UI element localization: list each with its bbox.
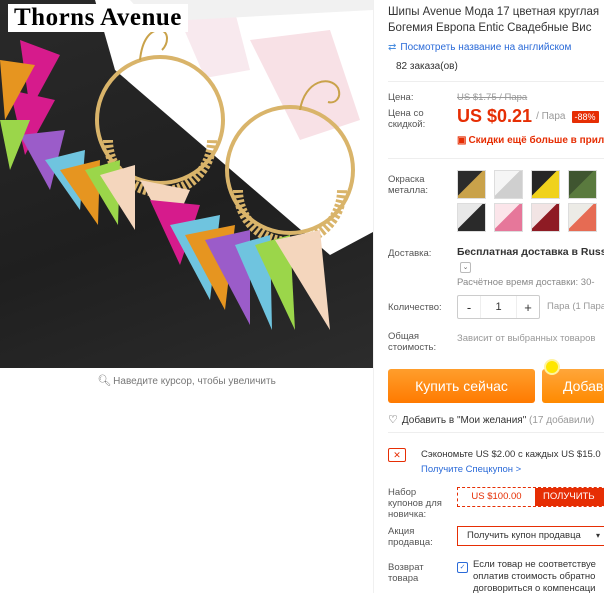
quantity-note: Пара (1 Пара: [547, 301, 604, 312]
brand-watermark: Thorns Avenue: [8, 4, 188, 32]
quantity-input[interactable]: 1: [480, 296, 517, 318]
newbie-coupon-claim-button[interactable]: ПОЛУЧИТЬ: [535, 488, 604, 506]
seller-coupon-text: Получить купон продавца: [467, 530, 581, 541]
newbie-coupons-label: Набор купонов для новичка:: [388, 487, 442, 520]
product-image[interactable]: Thorns Avenue: [0, 0, 373, 368]
chevron-down-icon[interactable]: ⌄: [460, 262, 471, 273]
price-label: Цена:: [388, 92, 414, 103]
return-line: оплатив стоимость обратно: [473, 571, 596, 582]
seller-promo-label: Акция продавца:: [388, 526, 433, 548]
swatch-pink[interactable]: [494, 203, 523, 232]
product-details: Шипы Avenue Мода 17 цветная круглая Боге…: [388, 0, 604, 593]
return-line: договориться о компенсаци: [473, 583, 596, 593]
quantity-increase-button[interactable]: +: [517, 300, 539, 315]
swatch-white[interactable]: [494, 170, 523, 199]
panel-divider: [373, 0, 374, 593]
translate-icon: ⇄: [388, 42, 397, 53]
divider: [388, 432, 604, 433]
divider: [388, 158, 604, 159]
magnifier-icon: 🔍︎: [97, 375, 112, 387]
phone-icon: ▣: [457, 135, 467, 146]
orders-count: 82 заказа(ов): [396, 61, 458, 72]
delivery-label: Доставка:: [388, 248, 432, 259]
newbie-coupon: US $100.00 ПОЛУЧИТЬ: [457, 487, 604, 507]
swatch-black-gold[interactable]: [457, 170, 486, 199]
product-title: Шипы Avenue Мода 17 цветная круглая Боге…: [388, 6, 600, 34]
quantity-stepper[interactable]: - 1 +: [457, 295, 540, 319]
wishlist-text[interactable]: Добавить в "Мои желания": [402, 415, 526, 426]
swatch-red[interactable]: [531, 203, 560, 232]
quantity-label: Количество:: [388, 302, 442, 313]
app-discount-hint[interactable]: ▣ Скидки ещё больше в прило: [457, 135, 604, 146]
cart-promo-badge-icon: [544, 359, 560, 375]
price-unit: / Пара: [536, 111, 566, 122]
translate-link[interactable]: ⇄ Посмотреть название на английском: [388, 42, 571, 56]
shield-icon: ✓: [457, 562, 468, 573]
caret-down-icon: ▾: [596, 531, 601, 540]
newbie-coupon-amount: US $100.00: [471, 491, 522, 502]
app-discount-text[interactable]: Скидки ещё больше в прило: [468, 135, 604, 146]
earrings-photo: [0, 0, 373, 330]
discount-badge: -88%: [571, 110, 599, 123]
seller-coupon-dropdown[interactable]: Получить купон продавца ▾: [457, 526, 604, 546]
return-policy-text: Если товар не соответствуе оплатив стоим…: [473, 559, 604, 593]
swatch-multi[interactable]: [457, 203, 486, 232]
swatch-coral[interactable]: [568, 203, 597, 232]
variant-label: Окраска металла:: [388, 174, 429, 196]
original-price: US $1.75 / Пара: [457, 92, 528, 103]
swatch-green[interactable]: [568, 170, 597, 199]
translate-link-text[interactable]: Посмотреть название на английском: [400, 42, 571, 53]
magnify-hint-text: Наведите курсор, чтобы увеличить: [113, 376, 276, 387]
return-label: Возврат товара: [388, 562, 424, 584]
wishlist-link[interactable]: ♡ Добавить в "Мои желания" (17 добавили): [388, 413, 594, 426]
return-line: Если товар не соответствуе: [473, 559, 596, 570]
magnify-hint: 🔍︎ Наведите курсор, чтобы увеличить: [0, 372, 373, 391]
quantity-decrease-button[interactable]: -: [458, 300, 480, 315]
delivery-time: Расчётное время доставки: 30-: [457, 277, 595, 288]
swatch-yellow[interactable]: [531, 170, 560, 199]
divider: [388, 81, 604, 82]
promo-text: Сэкономьте US $2.00 с каждых US $15.0: [421, 449, 601, 460]
promo-coupon-link[interactable]: Получите Спецкупон >: [421, 464, 521, 475]
discount-price-label: Цена со скидкой:: [388, 108, 426, 130]
heart-icon: ♡: [388, 414, 398, 426]
total-value: Зависит от выбранных товаров: [457, 333, 596, 344]
price-row: US $0.21/ Пара -88%: [457, 106, 599, 127]
delivery-value: Бесплатная доставка в Russia: [457, 246, 604, 258]
total-label: Общая стоимость:: [388, 331, 437, 353]
coupon-icon: ✕: [388, 448, 406, 462]
wishlist-count: (17 добавили): [529, 415, 595, 426]
current-price: US $0.21: [457, 106, 533, 126]
promo-box: ✕ Сэкономьте US $2.00 с каждых US $15.0 …: [388, 442, 604, 480]
buy-now-button[interactable]: Купить сейчас: [388, 369, 535, 403]
